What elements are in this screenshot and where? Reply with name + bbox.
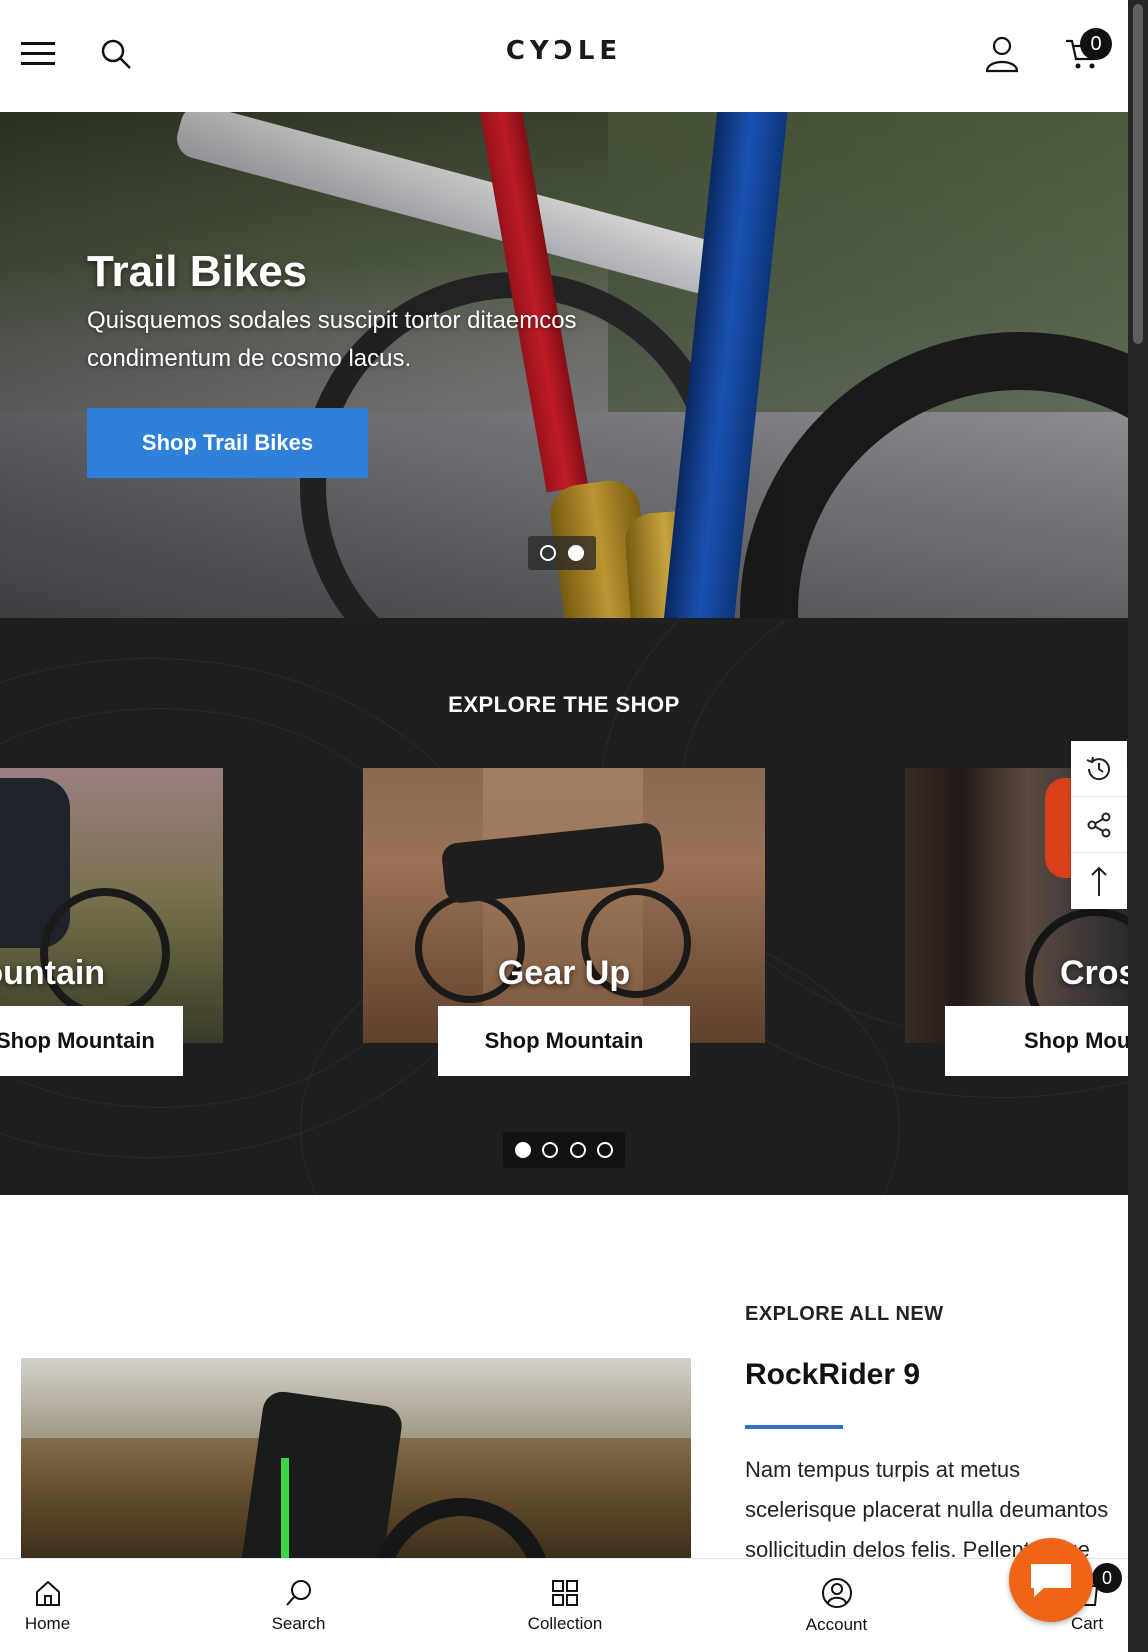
nav-cart-label: Cart [1070, 1614, 1104, 1633]
search-icon [285, 1580, 311, 1606]
bike-tire [371, 1498, 551, 1558]
hamburger-icon [21, 42, 55, 65]
hero-subtitle: Quisquemos sodales suscipit tortor ditae… [87, 307, 577, 372]
search-button[interactable] [94, 32, 138, 76]
site-header: CYƆLE 0 [0, 0, 1128, 112]
hero-slider-dots [528, 536, 596, 570]
share-button[interactable] [1071, 797, 1127, 853]
nav-home-label: Home [24, 1614, 71, 1633]
menu-button[interactable] [16, 32, 60, 76]
site-logo: CYƆLE [0, 36, 1128, 66]
history-icon [1086, 756, 1110, 780]
nav-cart-count-badge: 0 [1092, 1563, 1122, 1593]
explore-slide-dot-4[interactable] [597, 1142, 614, 1158]
hero-banner: Trail Bikes Quisquemos sodales suscipit … [0, 112, 1128, 618]
nav-home[interactable]: Home [0, 1559, 95, 1652]
hero-slide-dot-1[interactable] [540, 545, 556, 561]
nav-search-label: Search [271, 1614, 326, 1633]
bike-accent [281, 1458, 289, 1558]
shop-mountain-button-3[interactable]: Shop Mountain [945, 1006, 1128, 1076]
back-to-top-button[interactable] [1071, 853, 1127, 909]
cart-button[interactable]: 0 [1056, 28, 1112, 76]
button-label: Shop Mountain [0, 1028, 155, 1053]
hero-slide-dot-2[interactable] [568, 545, 584, 561]
feature-title: RockRider 9 [745, 1358, 921, 1391]
nav-account-label: Account [805, 1615, 868, 1634]
bottom-navigation: Home Search Collection Account Cart 0 [0, 1558, 1128, 1652]
category-card-gear-up[interactable]: Gear Up [363, 768, 765, 1043]
scrollbar-thumb[interactable] [1133, 4, 1143, 344]
rockrider-feature-image [21, 1358, 691, 1558]
shop-mountain-button-2[interactable]: Shop Mountain [438, 1006, 690, 1076]
nav-collection-label: Collection [527, 1614, 603, 1633]
nav-search[interactable]: Search [250, 1559, 347, 1652]
cart-count-badge: 0 [1080, 28, 1112, 60]
page-scrollbar[interactable] [1128, 0, 1148, 1652]
chat-button[interactable] [1009, 1538, 1093, 1622]
arrow-up-icon [1091, 866, 1107, 896]
hero-title: Trail Bikes [87, 247, 308, 296]
share-icon [1087, 812, 1111, 837]
explore-slide-dot-3[interactable] [569, 1142, 586, 1158]
card-label: Mountain [0, 954, 106, 992]
bike-frame [237, 1389, 405, 1558]
card-label: Gear Up [497, 954, 631, 992]
nav-account[interactable]: Account [790, 1559, 883, 1652]
shop-trail-bikes-button[interactable]: Shop Trail Bikes [87, 408, 368, 478]
search-icon [101, 39, 131, 69]
chat-icon [1031, 1564, 1071, 1597]
explore-title: EXPLORE THE SHOP [448, 692, 680, 717]
recently-viewed-button[interactable] [1071, 741, 1127, 797]
home-icon [35, 1580, 60, 1606]
card-label: Cross [1060, 954, 1128, 992]
button-label: Shop Mountain [1024, 1028, 1128, 1053]
bike-wheel [40, 888, 170, 1018]
account-button[interactable] [980, 32, 1024, 76]
explore-slider-dots [503, 1132, 625, 1168]
side-toolbar [1071, 741, 1127, 909]
explore-slide-dot-1[interactable] [514, 1142, 531, 1158]
nav-collection[interactable]: Collection [510, 1559, 620, 1652]
user-icon [985, 36, 1019, 73]
logo-link[interactable]: CYƆLE [506, 36, 622, 66]
grid-icon [552, 1580, 578, 1606]
feature-divider [745, 1425, 843, 1429]
explore-section: EXPLORE THE SHOP Mountain Shop Mountain … [0, 618, 1128, 1195]
explore-slide-dot-2[interactable] [542, 1142, 559, 1158]
category-card-mountain[interactable]: Mountain [0, 768, 223, 1043]
shop-mountain-button-1[interactable]: Shop Mountain [0, 1006, 183, 1076]
feature-kicker: EXPLORE ALL NEW [745, 1303, 944, 1325]
account-icon [821, 1578, 852, 1608]
